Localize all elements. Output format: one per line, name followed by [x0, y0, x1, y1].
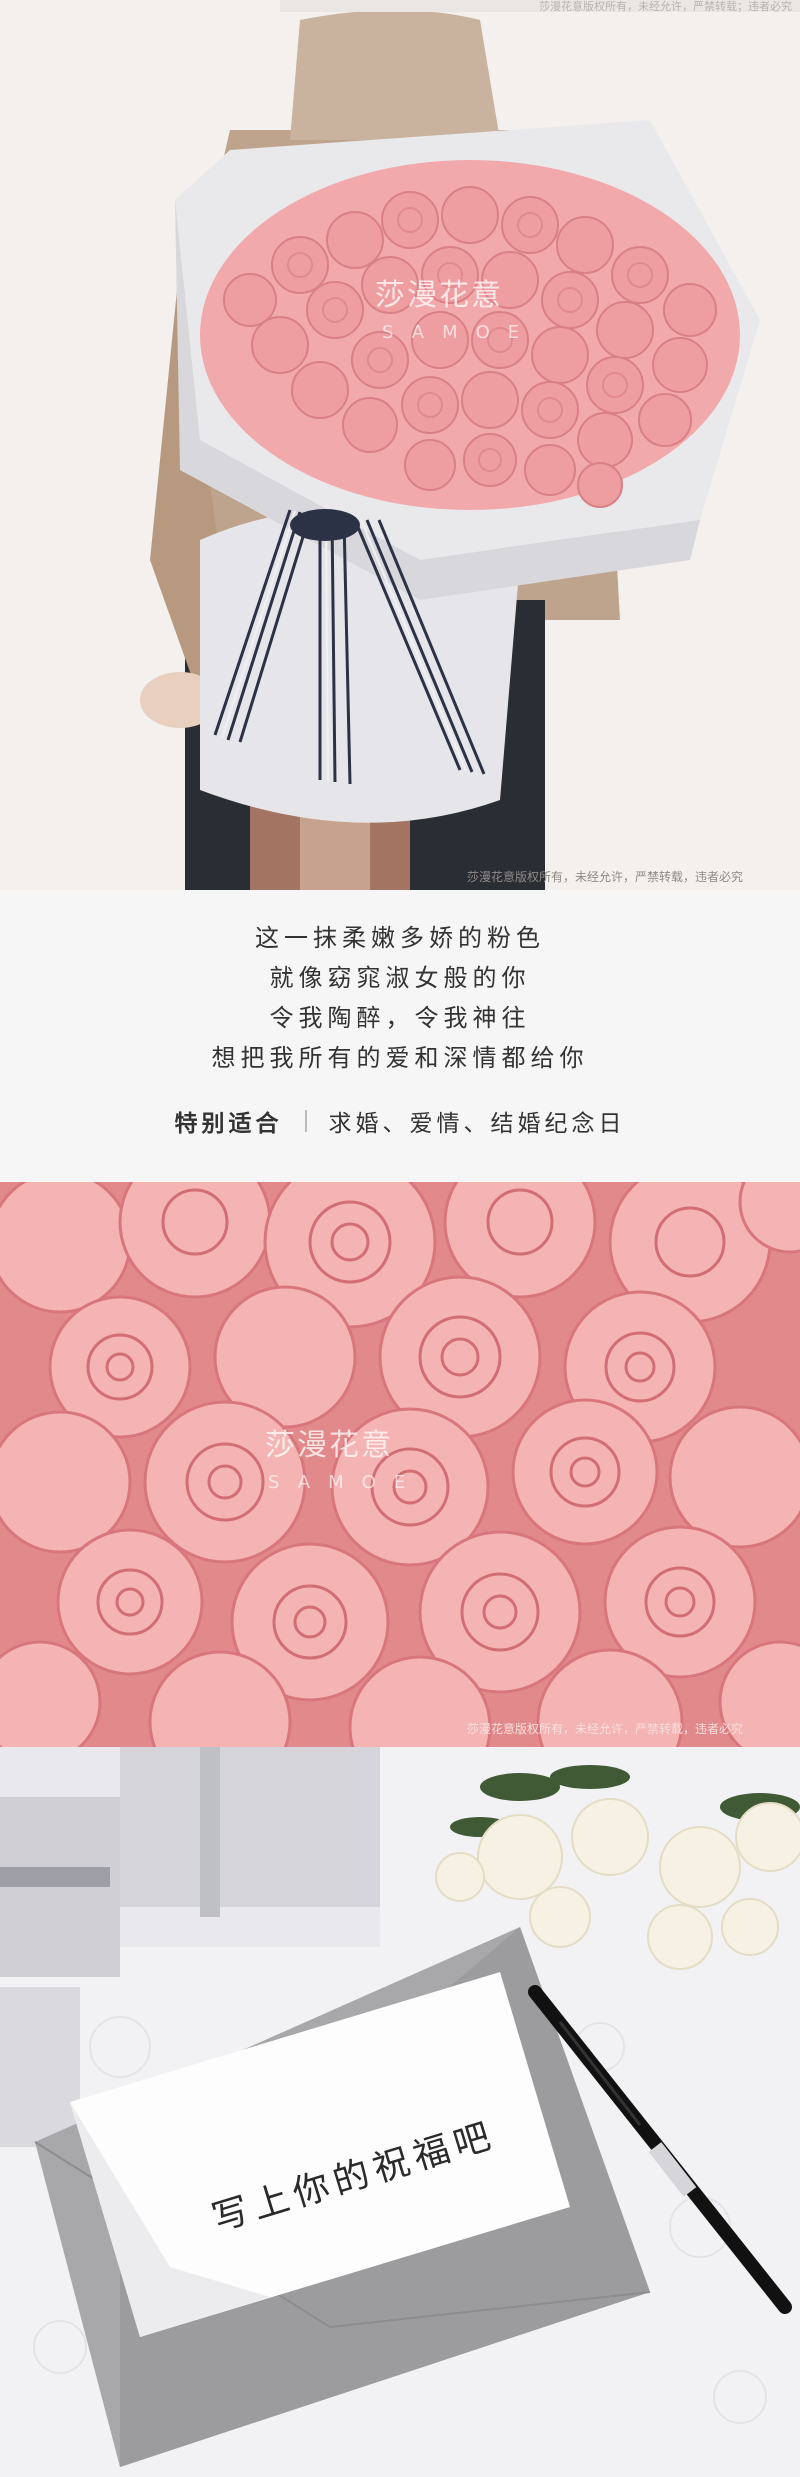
- occasion-divider: [304, 1110, 307, 1132]
- poem-line: 就像窈窕淑女般的你: [269, 964, 531, 992]
- copyright-note: 莎漫花意版权所有，未经允许，严禁转载，违者必究: [467, 870, 744, 884]
- poem-block: 这一抹柔嫩多娇的粉色 就像窈窕淑女般的你 令我陶醉，令我神往 想把我所有的爱和深…: [0, 918, 800, 1078]
- product-detail-page: 莎漫花意版权所有，未经允许，严禁转载；违者必究 莎漫花意 SAMOE 莎漫花意版…: [0, 0, 800, 2477]
- poem-section: 这一抹柔嫩多娇的粉色 就像窈窕淑女般的你 令我陶醉，令我神往 想把我所有的爱和深…: [0, 890, 800, 1182]
- roses-closeup-photo: 莎漫花意 SAMOE 莎漫花意版权所有，未经允许，严禁转载，违者必究: [0, 1182, 800, 1747]
- greeting-card-photo: [0, 1747, 800, 2477]
- top-strip: 莎漫花意版权所有，未经允许，严禁转载；违者必究: [280, 0, 800, 13]
- occasion-row: 特别适合 求婚、爱情、结婚纪念日: [0, 1104, 800, 1138]
- occasion-label: 特别适合: [174, 1111, 283, 1137]
- watermark-sub: SAMOE: [382, 322, 538, 343]
- top-copyright-note: 莎漫花意版权所有，未经允许，严禁转载；违者必究: [539, 0, 792, 13]
- watermark-sub: SAMOE: [268, 1472, 424, 1493]
- copyright-note: 莎漫花意版权所有，未经允许，严禁转载，违者必究: [467, 1722, 744, 1736]
- poem-line: 想把我所有的爱和深情都给你: [211, 1044, 589, 1072]
- occasion-value: 求婚、爱情、结婚纪念日: [328, 1111, 626, 1137]
- watermark-brand: 莎漫花意: [375, 278, 503, 313]
- watermark-brand: 莎漫花意: [265, 1428, 393, 1463]
- greeting-card-illustration: [0, 1747, 800, 2477]
- roses-closeup-illustration: [0, 1182, 800, 1747]
- bouquet-photo: 莎漫花意版权所有，未经允许，严禁转载；违者必究 莎漫花意 SAMOE 莎漫花意版…: [0, 0, 800, 890]
- poem-line: 这一抹柔嫩多娇的粉色: [255, 924, 545, 952]
- poem-line: 令我陶醉，令我神往: [269, 1004, 531, 1032]
- bouquet-illustration: [0, 0, 800, 890]
